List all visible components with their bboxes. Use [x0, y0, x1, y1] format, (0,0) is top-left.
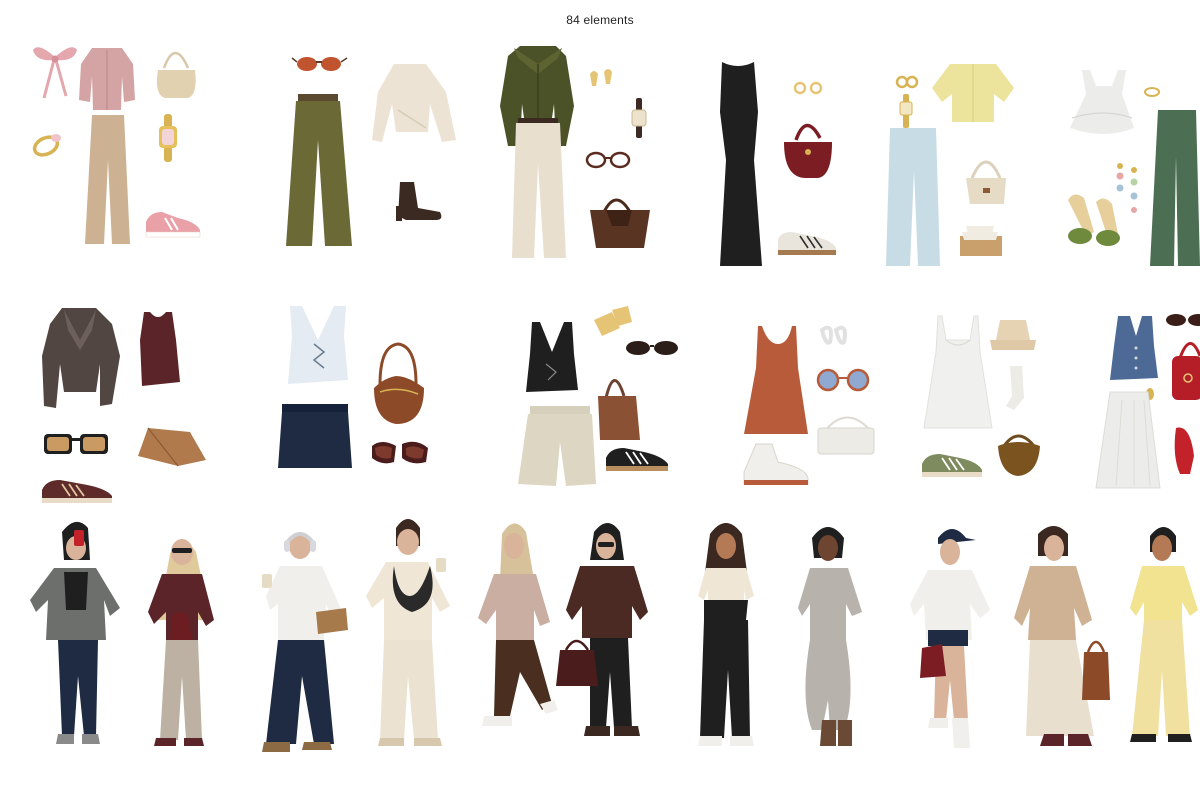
sneaker-icon [743, 443, 809, 485]
vest-icon [288, 306, 348, 384]
white-vest-set [278, 306, 428, 468]
tote-bag-icon [590, 198, 650, 248]
figure-burgundy-top [148, 539, 214, 746]
denim-vest-set [1095, 314, 1200, 489]
earrings-icon [590, 69, 612, 86]
sweater-icon [372, 64, 456, 142]
trousers-icon [85, 115, 130, 244]
olive-zip-top-set [500, 46, 650, 258]
black-vest-shorts-set [518, 306, 678, 486]
dress-icon [744, 326, 808, 434]
sneaker-icon [778, 232, 836, 255]
skirt-icon [278, 404, 352, 468]
yellow-blouse-set [886, 64, 1014, 266]
ring-icon [32, 134, 61, 157]
bow-icon [33, 47, 77, 99]
earrings-icon [1116, 163, 1138, 213]
earrings-icon [793, 81, 823, 95]
sneaker-icon [42, 480, 112, 503]
crossbody-bag-icon [817, 416, 875, 455]
figure-headphones-coffee [262, 532, 348, 752]
watch-icon [631, 98, 647, 138]
green-trouser-set [1068, 70, 1200, 266]
skirt-icon [1095, 391, 1161, 489]
figure-white-shirt-cap [910, 529, 990, 748]
jacket-icon [42, 308, 120, 408]
shoulder-bag-icon [156, 51, 196, 98]
trousers-icon [1150, 110, 1200, 266]
sunglasses-icon [816, 368, 870, 392]
shoulder-bag-icon [374, 342, 424, 424]
jeans-icon [886, 128, 940, 266]
sunglasses-icon [1166, 314, 1200, 326]
hobo-bag-icon [998, 434, 1040, 476]
figure-cream-vest [698, 523, 754, 746]
ankle-boot-icon [396, 182, 442, 221]
olive-wide-leg-set [286, 57, 456, 246]
sneaker-icon [606, 448, 668, 471]
figure-beige-sweater-walking [478, 523, 558, 726]
trousers-icon [512, 118, 566, 258]
figure-cream-coat-coffee [366, 519, 450, 746]
vest-icon [1110, 316, 1158, 380]
blouse-icon [932, 64, 1014, 122]
flats-icon [1174, 427, 1194, 474]
shorts-icon [518, 406, 596, 486]
white-slip-dress-set [922, 315, 1040, 477]
handbag-icon [784, 123, 832, 178]
leather-jacket-set [42, 308, 206, 503]
glasses-icon [585, 151, 631, 169]
sunglasses-icon [44, 434, 108, 454]
maxi-dress-icon [720, 62, 762, 266]
sunglasses-icon [372, 441, 428, 464]
earrings-icon [895, 75, 919, 89]
fashion-collage [30, 46, 1200, 752]
sneaker-icon [145, 212, 201, 238]
sneaker-icon [922, 454, 982, 477]
bucket-hat-icon [990, 320, 1036, 350]
handbag-icon [1172, 342, 1200, 400]
vest-icon [526, 322, 578, 392]
trousers-icon [286, 94, 352, 246]
heels-icon [1068, 194, 1120, 246]
handbag-icon [966, 160, 1006, 204]
clutch-icon [138, 427, 206, 467]
earrings-icon [819, 325, 847, 345]
socks-icon [1006, 366, 1024, 410]
pink-bow-set [32, 47, 201, 244]
sunglasses-icon [626, 341, 678, 355]
figure-brown-leather-jacket [556, 523, 648, 736]
tank-top-icon [140, 312, 180, 386]
watch-icon [899, 94, 913, 128]
black-maxi-dress-set [720, 62, 836, 266]
earrings-icon [594, 306, 632, 336]
ruffle-top-icon [1070, 70, 1134, 134]
sandal-icon [960, 226, 1002, 256]
bag-icon [598, 379, 640, 440]
figure-yellow-blouse [1130, 527, 1198, 742]
slip-dress-icon [923, 315, 993, 429]
figure-knit-dress [798, 527, 862, 746]
cardigan-icon [79, 48, 135, 110]
ring-icon [1144, 87, 1160, 97]
watch-icon [159, 114, 177, 162]
rust-dress-set [743, 325, 875, 485]
sunglasses-icon [291, 57, 348, 71]
figure-beige-sweater-skirt [1014, 526, 1110, 746]
figure-selfie-grey-blazer [30, 521, 120, 744]
